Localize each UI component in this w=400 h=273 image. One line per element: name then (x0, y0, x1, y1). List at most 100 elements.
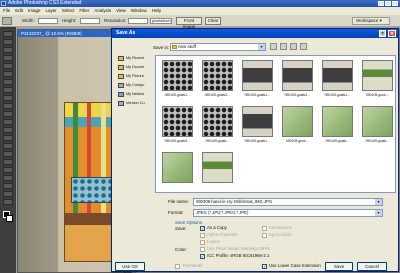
slice-tool-icon[interactable] (3, 71, 13, 77)
move-tool-icon[interactable] (3, 31, 13, 37)
chevron-down-icon[interactable]: ▾ (375, 210, 382, 216)
crop-tool-icon[interactable] (2, 17, 12, 25)
file-name-input[interactable]: 090309-hand-in-cry-Onlinkmat_IMG.JPG ▾ (193, 198, 383, 206)
file-list[interactable]: 090105-goals1… 090105-goals3… 090105-goals… (155, 55, 396, 193)
close-dialog-button[interactable]: ✕ (388, 30, 396, 37)
minimize-button[interactable] (378, 1, 384, 6)
resolution-field[interactable] (128, 18, 148, 24)
file-thumbnail[interactable]: 090105-goals… (319, 106, 356, 146)
layers-checkbox[interactable]: Layers (200, 239, 220, 245)
file-thumbnail[interactable]: 090105-goals4… (279, 60, 316, 100)
menu-help[interactable]: Help (152, 7, 161, 15)
close-window-button[interactable] (392, 1, 398, 6)
place-my-network[interactable]: My Networ (118, 91, 152, 98)
height-field[interactable] (80, 18, 100, 24)
file-thumbnail[interactable]: 090105-grow… (279, 106, 316, 146)
checkbox-box[interactable]: ✓ (200, 225, 205, 231)
file-thumbnail[interactable]: 090105-goals3… (199, 60, 236, 100)
checkbox-box[interactable] (175, 263, 180, 269)
new-folder-icon[interactable] (290, 43, 297, 50)
width-field[interactable] (38, 18, 58, 24)
cancel-button[interactable]: Cancel (357, 262, 387, 271)
history-brush-tool-icon[interactable] (3, 103, 13, 109)
checkbox-box[interactable]: ✓ (262, 263, 267, 269)
place-my-pictures[interactable]: My Picture (118, 73, 152, 80)
file-thumbnail[interactable] (159, 152, 196, 192)
menu-image[interactable]: Image (28, 7, 41, 15)
workspace-menu[interactable]: Workspace ▾ (352, 17, 390, 25)
file-thumbnail-caption: 090105-grow… (365, 93, 390, 97)
alpha-channels-checkbox[interactable]: Alpha Channels (200, 232, 237, 238)
help-button[interactable]: ? (379, 30, 386, 37)
use-os-dialog-button[interactable]: Use OS Dialog (115, 262, 145, 273)
menu-window[interactable]: Window (131, 7, 147, 15)
save-in-dropdown[interactable]: new stuff ▾ (170, 43, 266, 51)
hand-tool-icon[interactable] (3, 191, 13, 197)
back-icon[interactable] (270, 43, 277, 50)
eraser-tool-icon[interactable] (3, 111, 13, 117)
shape-tool-icon[interactable] (3, 167, 13, 173)
icc-profile-checkbox[interactable]: ✓ ICC Profile: sRGB IEC61966-2.1 (200, 253, 269, 259)
checkbox-box[interactable] (262, 225, 267, 231)
healing-brush-tool-icon[interactable] (3, 79, 13, 85)
checkbox-box[interactable] (200, 239, 205, 245)
file-thumbnail[interactable]: 090105-goals1… (159, 60, 196, 100)
background-color-swatch[interactable] (6, 215, 13, 222)
thumbnail-checkbox[interactable]: Thumbnail (175, 263, 202, 269)
file-thumbnail[interactable]: 090105-grow… (359, 60, 396, 100)
menu-filter[interactable]: Filter (79, 7, 89, 15)
file-thumbnail[interactable]: 090105-goals1… (239, 106, 276, 146)
place-version-cue[interactable]: Version Cu (118, 100, 152, 107)
menu-select[interactable]: Select (62, 7, 75, 15)
checkbox-box[interactable] (200, 232, 205, 238)
checkbox-box[interactable] (200, 246, 205, 252)
resolution-unit-select[interactable]: pixels/inch (150, 18, 172, 24)
as-a-copy-checkbox[interactable]: ✓ As a Copy (200, 225, 227, 231)
save-options-heading: Save Options (175, 220, 203, 225)
dodge-tool-icon[interactable] (3, 135, 13, 141)
crop-tool-icon[interactable] (3, 63, 13, 69)
up-folder-icon[interactable] (280, 43, 287, 50)
file-thumbnail[interactable] (199, 152, 236, 192)
type-tool-icon[interactable] (3, 151, 13, 157)
save-button[interactable]: Save (325, 262, 353, 271)
menu-analysis[interactable]: Analysis (94, 7, 111, 15)
eyedropper-tool-icon[interactable] (3, 183, 13, 189)
chevron-down-icon[interactable]: ▾ (375, 199, 382, 205)
notes-tool-icon[interactable] (3, 175, 13, 181)
place-my-documents[interactable]: My Docum (118, 64, 152, 71)
file-thumbnail[interactable]: 090105-goals… (359, 106, 396, 146)
place-my-recent[interactable]: My Recent (118, 55, 152, 62)
file-thumbnail[interactable]: 090105-goals1… (319, 60, 356, 100)
file-thumbnail[interactable]: 090105-goals3… (159, 106, 196, 146)
annotations-checkbox[interactable]: Annotations (262, 225, 292, 231)
menu-layer[interactable]: Layer (46, 7, 57, 15)
brush-tool-icon[interactable] (3, 87, 13, 93)
clear-button[interactable]: Clear (205, 17, 221, 25)
checkbox-box[interactable]: ✓ (200, 253, 205, 259)
menu-view[interactable]: View (116, 7, 126, 15)
file-thumbnail[interactable]: 090105-goals… (199, 106, 236, 146)
maximize-button[interactable] (385, 1, 391, 6)
path-selection-tool-icon[interactable] (3, 159, 13, 165)
menu-file[interactable]: File (3, 7, 10, 15)
file-thumbnail[interactable]: 090105-goals1… (239, 60, 276, 100)
clone-stamp-tool-icon[interactable] (3, 95, 13, 101)
spot-colors-checkbox[interactable]: Spot Colors (262, 232, 291, 238)
lasso-tool-icon[interactable] (3, 47, 13, 53)
pen-tool-icon[interactable] (3, 143, 13, 149)
zoom-tool-icon[interactable] (3, 199, 13, 205)
file-thumbnail-caption: 090105-goals1… (244, 139, 271, 143)
lowercase-extension-checkbox[interactable]: ✓ Use Lower Case Extension (262, 263, 321, 269)
checkbox-box[interactable] (262, 232, 267, 238)
marquee-tool-icon[interactable] (3, 39, 13, 45)
gradient-tool-icon[interactable] (3, 119, 13, 125)
magic-wand-tool-icon[interactable] (3, 55, 13, 61)
use-proof-setup-checkbox[interactable]: Use Proof Setup: Working CMYK (200, 246, 270, 252)
place-my-computer[interactable]: My Compu (118, 82, 152, 89)
menu-edit[interactable]: Edit (15, 7, 23, 15)
blur-tool-icon[interactable] (3, 127, 13, 133)
front-image-button[interactable]: Front Image (176, 17, 202, 29)
format-select[interactable]: JPEG (*.JPG;*.JPEG;*.JPE) ▾ (193, 209, 383, 217)
view-menu-icon[interactable] (300, 43, 307, 50)
